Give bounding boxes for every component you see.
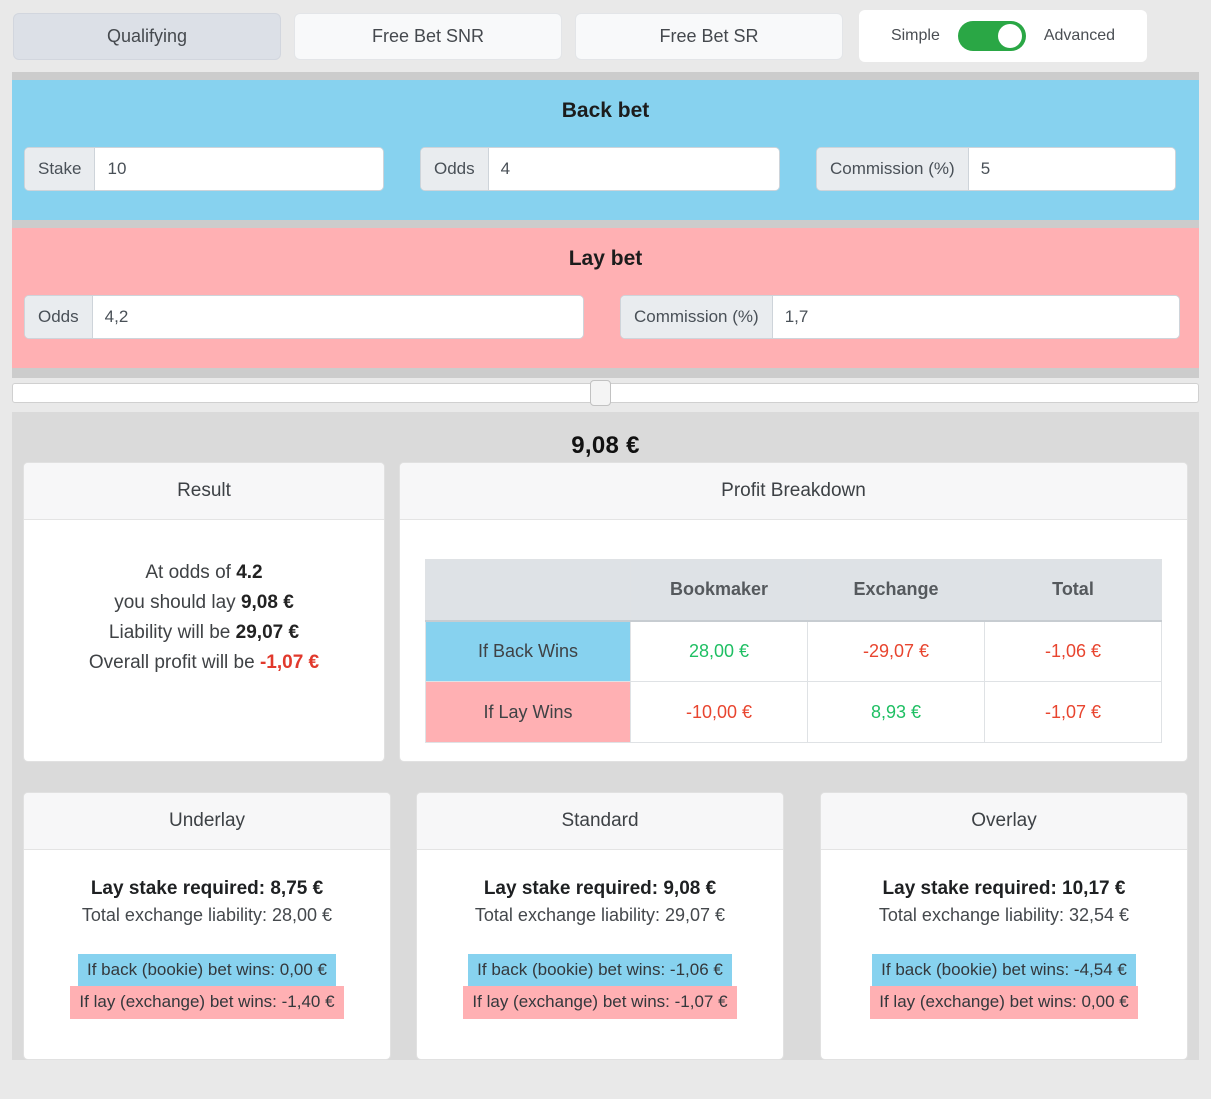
lay-stake-summary-value: 9,08 €	[12, 412, 1199, 460]
tab-free-bet-sr[interactable]: Free Bet SR	[575, 13, 843, 60]
scenario-card-underlay: Underlay Lay stake required: 8,75 € Tota…	[23, 792, 391, 1060]
result-line-overall-profit: Overall profit will be -1,07 €	[24, 648, 384, 678]
underlay-lay-wins: If lay (exchange) bet wins: -1,40 €	[70, 986, 343, 1018]
tab-free-bet-snr[interactable]: Free Bet SNR	[294, 13, 562, 60]
tab-free-bet-snr-label: Free Bet SNR	[372, 26, 484, 47]
lay-bet-body: Lay bet Odds Commission (%)	[12, 228, 1199, 368]
standard-outcomes: If back (bookie) bet wins: -1,06 € If la…	[417, 954, 783, 1019]
lay-odds-group: Odds	[24, 295, 584, 339]
cell-lay-exchange: 8,93 €	[808, 682, 985, 743]
row-label-if-back-wins: If Back Wins	[426, 621, 631, 682]
standard-body: Lay stake required: 9,08 € Total exchang…	[417, 850, 783, 1019]
lay-commission-group: Commission (%)	[620, 295, 1180, 339]
standard-liability: Total exchange liability: 29,07 €	[417, 905, 783, 926]
col-header-total: Total	[985, 560, 1162, 621]
back-stake-group: Stake	[24, 147, 384, 191]
underlay-body: Lay stake required: 8,75 € Total exchang…	[24, 850, 390, 1019]
standard-lay-stake: Lay stake required: 9,08 €	[417, 878, 783, 900]
back-odds-group: Odds	[420, 147, 780, 191]
profit-breakdown-head: Bookmaker Exchange Total	[426, 560, 1162, 621]
lay-odds-input[interactable]	[93, 296, 583, 338]
overlay-liability: Total exchange liability: 32,54 €	[821, 905, 1187, 926]
back-bet-title: Back bet	[12, 99, 1199, 123]
back-stake-input[interactable]	[95, 148, 383, 190]
lay-bet-title: Lay bet	[12, 247, 1199, 271]
results-panel: 9,08 € Result At odds of 4.2 you should …	[12, 412, 1199, 1060]
result-lay-stake-value: 9,08 €	[241, 592, 294, 613]
underlay-liability: Total exchange liability: 28,00 €	[24, 905, 390, 926]
standard-back-wins: If back (bookie) bet wins: -1,06 €	[468, 954, 732, 986]
tab-free-bet-sr-label: Free Bet SR	[659, 26, 758, 47]
row-label-if-lay-wins: If Lay Wins	[426, 682, 631, 743]
back-commission-label: Commission (%)	[817, 148, 969, 190]
result-profit-value: -1,07 €	[260, 652, 319, 673]
back-odds-input[interactable]	[489, 148, 779, 190]
scenario-card-overlay: Overlay Lay stake required: 10,17 € Tota…	[820, 792, 1188, 1060]
tab-qualifying-label: Qualifying	[107, 26, 187, 47]
result-line-lay-stake: you should lay 9,08 €	[24, 588, 384, 618]
standard-title: Standard	[417, 793, 783, 850]
mode-toggle-group: Simple Advanced	[859, 10, 1147, 62]
result-line-liability: Liability will be 29,07 €	[24, 618, 384, 648]
back-commission-input[interactable]	[969, 148, 1175, 190]
cell-lay-bookmaker: -10,00 €	[631, 682, 808, 743]
back-bet-fields: Stake Odds Commission (%)	[12, 147, 1199, 191]
mode-toggle-advanced-label: Advanced	[1044, 27, 1115, 45]
toggle-knob	[998, 24, 1022, 48]
tab-qualifying[interactable]: Qualifying	[13, 13, 281, 60]
table-row: If Back Wins 28,00 € -29,07 € -1,06 €	[426, 621, 1162, 682]
back-commission-group: Commission (%)	[816, 147, 1176, 191]
overlay-lay-wins: If lay (exchange) bet wins: 0,00 €	[870, 986, 1137, 1018]
lay-bet-panel: Lay bet Odds Commission (%)	[12, 220, 1199, 378]
cell-back-exchange: -29,07 €	[808, 621, 985, 682]
slider-handle[interactable]	[590, 380, 611, 406]
cell-lay-total: -1,07 €	[985, 682, 1162, 743]
overlay-title: Overlay	[821, 793, 1187, 850]
profit-breakdown-card: Profit Breakdown Bookmaker Exchange Tota…	[399, 462, 1188, 762]
overlay-back-wins: If back (bookie) bet wins: -4,54 €	[872, 954, 1136, 986]
lay-panel-top-band	[12, 220, 1199, 228]
lay-odds-label: Odds	[25, 296, 93, 338]
simple-advanced-toggle[interactable]	[958, 21, 1026, 51]
col-header-bookmaker: Bookmaker	[631, 560, 808, 621]
standard-lay-wins: If lay (exchange) bet wins: -1,07 €	[463, 986, 736, 1018]
cell-back-total: -1,06 €	[985, 621, 1162, 682]
overlay-outcomes: If back (bookie) bet wins: -4,54 € If la…	[821, 954, 1187, 1019]
result-liability-value: 29,07 €	[236, 622, 299, 643]
scenario-card-standard: Standard Lay stake required: 9,08 € Tota…	[416, 792, 784, 1060]
profit-breakdown-title: Profit Breakdown	[400, 463, 1187, 520]
result-line-odds: At odds of 4.2	[24, 558, 384, 588]
underlay-title: Underlay	[24, 793, 390, 850]
lay-commission-label: Commission (%)	[621, 296, 773, 338]
col-header-blank	[426, 560, 631, 621]
back-bet-body: Back bet Stake Odds Commission (%)	[12, 80, 1199, 220]
lay-panel-bottom-band	[12, 368, 1199, 378]
underlay-outcomes: If back (bookie) bet wins: 0,00 € If lay…	[24, 954, 390, 1019]
back-panel-top-band	[12, 72, 1199, 80]
lay-commission-input[interactable]	[773, 296, 1179, 338]
col-header-exchange: Exchange	[808, 560, 985, 621]
overlay-body: Lay stake required: 10,17 € Total exchan…	[821, 850, 1187, 1019]
profit-breakdown-body-rows: If Back Wins 28,00 € -29,07 € -1,06 € If…	[426, 621, 1162, 743]
overlay-lay-stake: Lay stake required: 10,17 €	[821, 878, 1187, 900]
back-bet-panel: Back bet Stake Odds Commission (%)	[12, 72, 1199, 220]
table-row: If Lay Wins -10,00 € 8,93 € -1,07 €	[426, 682, 1162, 743]
result-odds-value: 4.2	[236, 562, 262, 583]
underlay-back-wins: If back (bookie) bet wins: 0,00 €	[78, 954, 336, 986]
lay-bet-fields: Odds Commission (%)	[12, 295, 1199, 339]
profit-breakdown-body: Bookmaker Exchange Total If Back Wins 28…	[400, 559, 1187, 743]
result-card-body: At odds of 4.2 you should lay 9,08 € Lia…	[24, 520, 384, 678]
calculator-tab-bar: Qualifying Free Bet SNR Free Bet SR Simp…	[0, 0, 1211, 72]
lay-stake-slider[interactable]	[12, 380, 1199, 406]
mode-toggle-simple-label: Simple	[891, 27, 940, 45]
back-stake-label: Stake	[25, 148, 95, 190]
cell-back-bookmaker: 28,00 €	[631, 621, 808, 682]
profit-breakdown-table: Bookmaker Exchange Total If Back Wins 28…	[425, 559, 1162, 743]
underlay-lay-stake: Lay stake required: 8,75 €	[24, 878, 390, 900]
result-card-title: Result	[24, 463, 384, 520]
back-odds-label: Odds	[421, 148, 489, 190]
result-card: Result At odds of 4.2 you should lay 9,0…	[23, 462, 385, 762]
table-header-row: Bookmaker Exchange Total	[426, 560, 1162, 621]
